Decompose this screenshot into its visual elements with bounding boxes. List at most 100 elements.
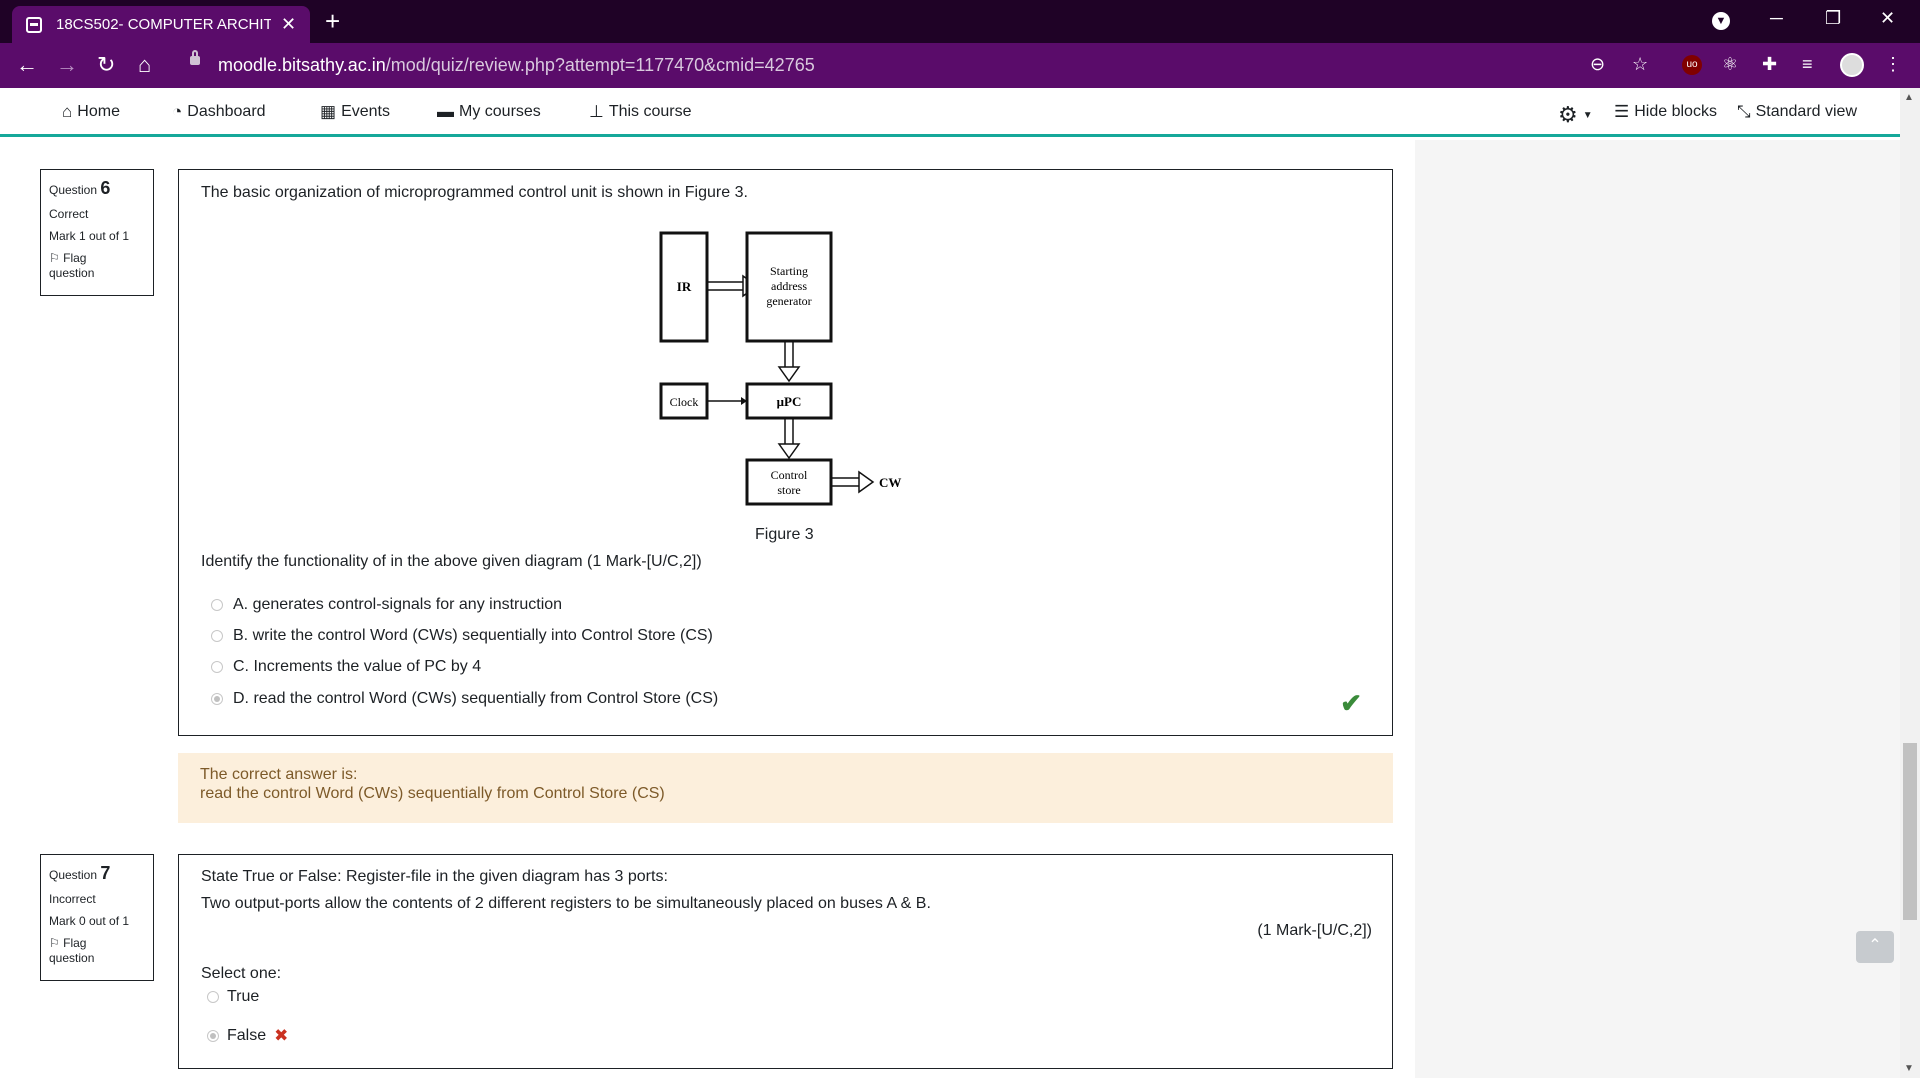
feedback-title: The correct answer is: (200, 766, 358, 783)
zoom-icon[interactable]: ⊖ (1590, 54, 1605, 75)
question-number: Question 6 (49, 178, 145, 199)
tab-title: 18CS502- COMPUTER ARCHITEC (56, 16, 271, 33)
question-number-value: 7 (100, 863, 111, 883)
url-host: moodle.bitsathy.ac.in (218, 55, 386, 75)
question-text-2: Two output-ports allow the contents of 2… (201, 895, 931, 912)
control-store-label-1: Control (771, 468, 808, 482)
more-menu-icon[interactable]: ⋮ (1884, 54, 1902, 75)
tab-close-icon[interactable]: ✕ (281, 14, 296, 35)
question-state: Incorrect (49, 892, 96, 906)
flag-question-link[interactable]: ⚐ Flag question (49, 936, 145, 966)
settings-menu[interactable]: ⚙ ▼ (1558, 102, 1593, 128)
radio-button[interactable] (211, 599, 223, 611)
briefcase-icon: ▬ (437, 102, 454, 121)
question-mark: Mark 0 out of 1 (49, 914, 130, 928)
bookmark-star-icon[interactable]: ☆ (1632, 54, 1648, 75)
question-content: The basic organization of microprogramme… (178, 169, 1393, 736)
answer-option-a[interactable]: A. generates control-signals for any ins… (211, 596, 562, 614)
hide-blocks-label: Hide blocks (1634, 103, 1717, 120)
house-icon: ⌂ (62, 102, 73, 121)
nav-dashboard-label: Dashboard (187, 103, 266, 120)
sag-label-2: address (771, 279, 807, 293)
radio-button[interactable] (211, 630, 223, 642)
scroll-up-icon[interactable]: ▲ (1904, 92, 1914, 103)
browser-tab[interactable]: 18CS502- COMPUTER ARCHITEC ✕ (12, 6, 310, 43)
gear-icon: ⚙ (1558, 102, 1578, 127)
select-one-label: Select one: (201, 965, 282, 982)
scrollbar-thumb[interactable] (1903, 743, 1917, 920)
url-path: /mod/quiz/review.php?attempt=1177470&cmi… (385, 55, 815, 75)
nav-home-label: Home (77, 103, 120, 120)
caret-down-icon: ▼ (1582, 109, 1593, 121)
url-field[interactable]: moodle.bitsathy.ac.in/mod/quiz/review.ph… (218, 55, 815, 76)
tachometer-icon: ◔ (172, 102, 183, 121)
moodle-favicon-icon (26, 16, 42, 33)
question-mark: Mark 1 out of 1 (49, 229, 130, 243)
answer-option-label: D. read the control Word (CWs) sequentia… (233, 690, 719, 707)
home-icon[interactable]: ⌂ (138, 52, 151, 78)
extensions-puzzle-icon[interactable]: ✚ (1762, 54, 1777, 75)
scroll-down-icon[interactable]: ▼ (1904, 1063, 1914, 1074)
question-text: State True or False: Register-file in th… (201, 868, 668, 885)
answer-option-label: A. generates control-signals for any ins… (233, 596, 563, 613)
back-icon[interactable]: ← (16, 52, 38, 78)
control-store-box (745, 458, 833, 506)
nav-events[interactable]: ▦ Events (320, 102, 390, 122)
answer-option-label: B. write the control Word (CWs) sequenti… (233, 627, 713, 644)
flag-label-2: question (49, 266, 95, 280)
flag-icon: ⚐ (49, 936, 60, 950)
react-devtools-icon[interactable]: ⚛ (1722, 54, 1738, 75)
answer-option-false[interactable]: False ✖ (207, 1026, 288, 1046)
profile-avatar[interactable] (1840, 53, 1864, 77)
flag-label: Flag (63, 251, 87, 265)
flag-label: Flag (63, 936, 87, 950)
incorrect-cross-icon: ✖ (274, 1026, 289, 1045)
back-to-top-button[interactable]: ⌃ (1856, 931, 1894, 963)
nav-dashboard[interactable]: ◔ Dashboard (172, 102, 266, 122)
question-prompt: Identify the functionality of in the abo… (201, 553, 702, 570)
chevron-up-icon: ⌃ (1868, 937, 1882, 954)
flag-question-link[interactable]: ⚐ Flag question (49, 251, 145, 281)
new-tab-icon[interactable]: + (325, 6, 340, 36)
question-number-value: 6 (100, 178, 111, 198)
flag-label-2: question (49, 951, 95, 965)
standard-view-label: Standard view (1755, 103, 1857, 120)
hide-blocks-button[interactable]: ☰ Hide blocks (1614, 102, 1717, 122)
moodle-navbar: ⌂ Home ◔ Dashboard ▦ Events ▬ My courses… (0, 88, 1900, 137)
answer-option-c[interactable]: C. Increments the value of PC by 4 (211, 658, 481, 676)
blocks-region (1415, 140, 1900, 1078)
sitemap-icon: ⊥ (589, 102, 604, 121)
nav-events-label: Events (341, 103, 390, 120)
radio-button[interactable] (207, 991, 219, 1003)
calendar-icon: ▦ (320, 102, 337, 121)
question-info: Question 6 Correct Mark 1 out of 1 ⚐ Fla… (40, 169, 154, 296)
compress-icon: ⤡ (1737, 102, 1751, 121)
answer-option-label: False (227, 1027, 267, 1044)
radio-button-selected[interactable] (211, 693, 223, 705)
restore-icon[interactable]: ❐ (1825, 8, 1841, 29)
question-number: Question 7 (49, 863, 145, 884)
media-queue-icon[interactable]: ≡ (1802, 54, 1813, 75)
radio-button[interactable] (211, 661, 223, 673)
standard-view-button[interactable]: ⤡ Standard view (1737, 102, 1857, 122)
question-marks: (1 Mark-[U/C,2]) (1257, 922, 1372, 939)
answer-option-d[interactable]: D. read the control Word (CWs) sequentia… (211, 690, 718, 708)
nav-my-courses[interactable]: ▬ My courses (437, 102, 541, 122)
minimize-icon[interactable]: ─ (1770, 8, 1783, 29)
lock-icon[interactable] (190, 50, 200, 65)
page-scrollbar[interactable]: ▲ ▼ (1900, 88, 1920, 1078)
close-window-icon[interactable]: ✕ (1880, 8, 1895, 29)
answer-option-true[interactable]: True (207, 988, 259, 1006)
upc-label: μPC (777, 394, 802, 409)
nav-this-course[interactable]: ⊥ This course (589, 102, 692, 122)
reload-icon[interactable]: ↻ (97, 52, 115, 78)
question-content: State True or False: Register-file in th… (178, 854, 1393, 1069)
ublock-icon[interactable]: uo (1682, 55, 1702, 75)
nav-home[interactable]: ⌂ Home (62, 102, 120, 122)
answer-option-b[interactable]: B. write the control Word (CWs) sequenti… (211, 627, 713, 645)
forward-icon[interactable]: → (56, 52, 78, 78)
chevron-down-icon[interactable]: ▼ (1712, 12, 1730, 30)
radio-button-selected[interactable] (207, 1030, 219, 1042)
list-icon: ☰ (1614, 102, 1630, 121)
question-info: Question 7 Incorrect Mark 0 out of 1 ⚐ F… (40, 854, 154, 981)
